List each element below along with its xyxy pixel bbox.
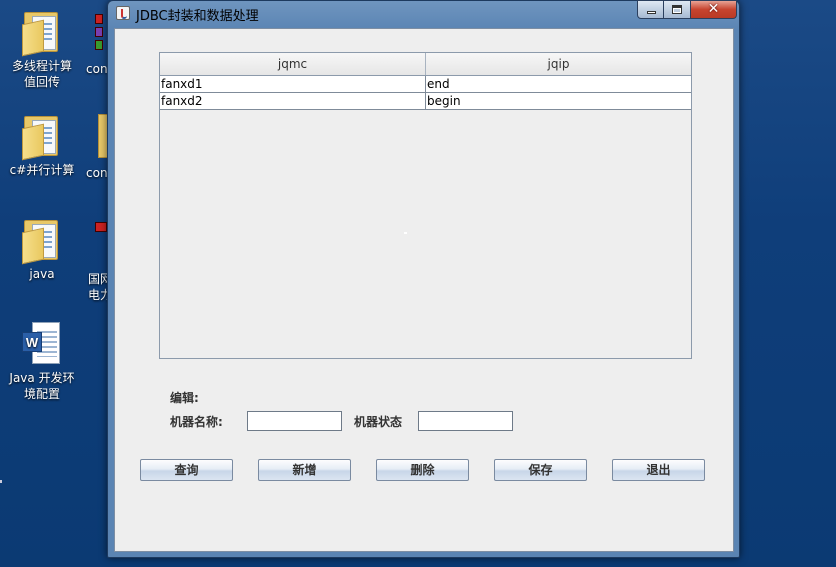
desktop-icon-label: java bbox=[29, 267, 55, 281]
folder-icon bbox=[22, 216, 62, 265]
table-cell[interactable]: fanxd2 bbox=[160, 93, 426, 109]
desktop-icon-csharp-parallel[interactable]: c#并行计算 bbox=[0, 112, 84, 178]
machine-status-input[interactable] bbox=[418, 411, 513, 431]
window-title: JDBC封装和数据处理 bbox=[136, 9, 259, 24]
table-row[interactable]: fanxd1 end bbox=[160, 76, 691, 93]
table-header: jqmc jqip bbox=[160, 53, 691, 76]
desktop-icon-label: Java 开发环 bbox=[9, 371, 75, 385]
desktop-icon-multithread[interactable]: 多线程计算 值回传 bbox=[0, 8, 84, 90]
edit-section-label: 编辑: bbox=[170, 391, 199, 405]
machine-status-label: 机器状态 bbox=[354, 415, 403, 429]
java-app-icon[interactable] bbox=[116, 6, 130, 20]
save-button[interactable]: 保存 bbox=[494, 459, 587, 481]
close-icon: ✕ bbox=[707, 1, 720, 17]
column-header-jqip[interactable]: jqip bbox=[426, 53, 691, 75]
exit-button[interactable]: 退出 bbox=[612, 459, 705, 481]
app-icon[interactable] bbox=[95, 14, 103, 24]
delete-button[interactable]: 删除 bbox=[376, 459, 469, 481]
machine-name-label: 机器名称: bbox=[170, 415, 223, 429]
table-cell[interactable]: fanxd1 bbox=[160, 76, 426, 92]
content-panel: jqmc jqip fanxd1 end fanxd2 begin 编辑: 机器… bbox=[114, 28, 734, 552]
table-cell[interactable]: end bbox=[426, 76, 691, 92]
desktop-icon-java-env-doc[interactable]: W Java 开发环 境配置 bbox=[0, 320, 84, 402]
desktop-icon-label: con bbox=[86, 62, 108, 76]
desktop-icon-label: c#并行计算 bbox=[9, 163, 75, 177]
maximize-icon bbox=[672, 5, 682, 14]
app-icon bbox=[95, 40, 103, 50]
table-cell[interactable]: begin bbox=[426, 93, 691, 109]
desktop-icon-label: con bbox=[86, 166, 108, 180]
add-button[interactable]: 新增 bbox=[258, 459, 351, 481]
data-table[interactable]: jqmc jqip fanxd1 end fanxd2 begin bbox=[159, 52, 692, 359]
desktop-icon-label: 多线程计算 bbox=[11, 59, 72, 73]
machine-name-input[interactable] bbox=[247, 411, 342, 431]
cursor-artifact bbox=[404, 232, 407, 234]
maximize-button[interactable] bbox=[664, 0, 691, 19]
folder-icon bbox=[22, 112, 62, 161]
close-button[interactable]: ✕ bbox=[691, 0, 737, 19]
desktop-icon-java[interactable]: java bbox=[0, 216, 84, 282]
desktop-artifact bbox=[0, 480, 2, 483]
app-icon bbox=[95, 27, 103, 37]
word-document-icon: W bbox=[22, 320, 62, 366]
window-controls: ✕ bbox=[637, 0, 737, 19]
table-row[interactable]: fanxd2 begin bbox=[160, 93, 691, 110]
desktop-icon-label: 境配置 bbox=[23, 387, 60, 401]
folder-icon bbox=[22, 8, 62, 57]
minimize-icon bbox=[647, 11, 656, 14]
minimize-button[interactable] bbox=[637, 0, 664, 19]
column-header-jqmc[interactable]: jqmc bbox=[160, 53, 426, 75]
desktop-icon-label: 值回传 bbox=[23, 75, 60, 89]
query-button[interactable]: 查询 bbox=[140, 459, 233, 481]
app-window: JDBC封装和数据处理 ✕ jqmc jqip fanxd1 end fanxd… bbox=[107, 0, 740, 558]
app-icon[interactable] bbox=[95, 222, 107, 232]
title-bar[interactable]: JDBC封装和数据处理 ✕ bbox=[108, 0, 739, 27]
